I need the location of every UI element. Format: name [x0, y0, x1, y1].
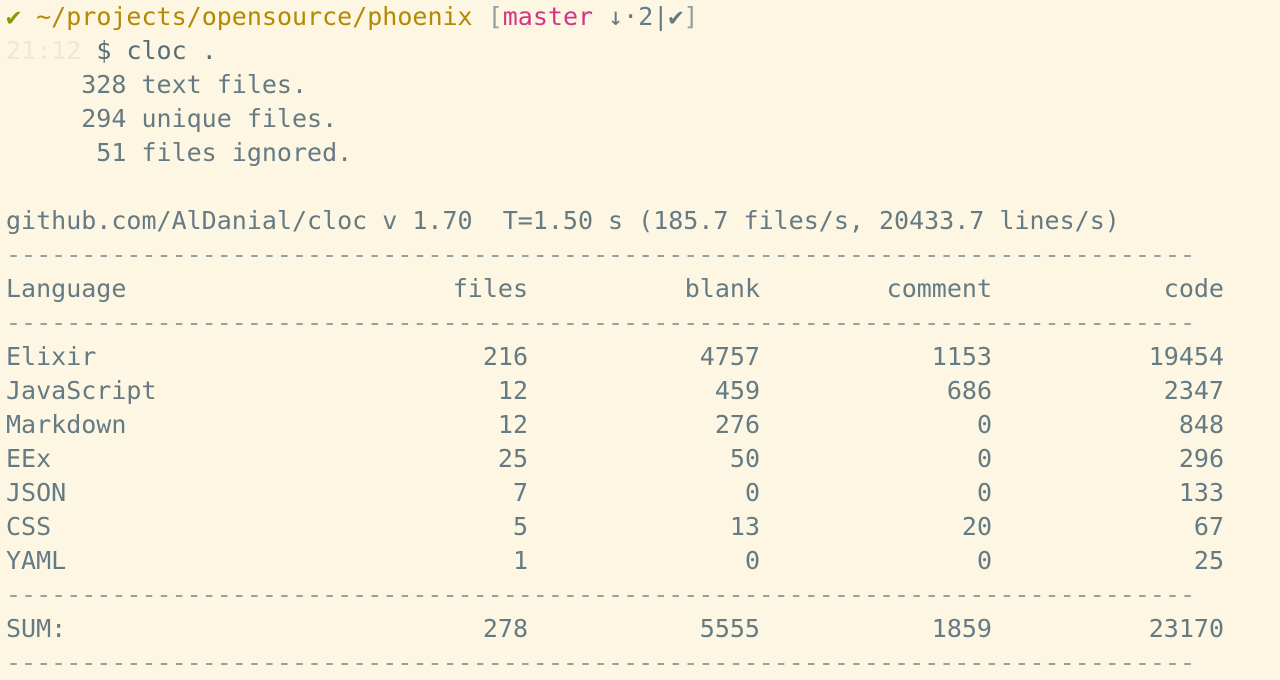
column-header-files: files — [452, 274, 528, 303]
separator-bottom: ----------------------------------------… — [6, 648, 1196, 677]
cell-language: JavaScript — [6, 376, 157, 405]
cell-blank: 0 — [744, 546, 760, 575]
cell-files: 5 — [512, 512, 528, 541]
cell-comment: 0 — [976, 546, 992, 575]
cell-code: 67 — [1193, 512, 1224, 541]
separator-sum: ----------------------------------------… — [6, 580, 1196, 609]
cell-language: CSS — [6, 512, 52, 541]
cell-blank: 276 — [714, 410, 760, 439]
git-clean-icon: ✔ — [668, 2, 684, 31]
prompt-symbol: $ — [96, 36, 112, 65]
table-header-row: Language files blank comment code — [6, 272, 1224, 306]
git-close-bracket: ] — [683, 2, 699, 31]
table-row: JavaScript 12 459 686 2347 — [6, 374, 1224, 408]
command-text: cloc . — [126, 36, 217, 65]
cell-files: 216 — [482, 342, 528, 371]
cell-comment: 20 — [961, 512, 992, 541]
cell-comment: 1153 — [931, 342, 992, 371]
cell-code: 848 — [1178, 410, 1224, 439]
command-line: 21:12 $ cloc . — [6, 34, 1280, 68]
table-row: CSS 5 13 20 67 — [6, 510, 1224, 544]
cell-files: 1 — [512, 546, 528, 575]
cell-blank: 0 — [744, 478, 760, 507]
sum-comment: 1859 — [931, 614, 992, 643]
column-header-comment: comment — [886, 274, 992, 303]
cell-comment: 686 — [946, 376, 992, 405]
cell-blank: 50 — [729, 444, 760, 473]
cell-code: 19454 — [1148, 342, 1224, 371]
prompt-line: ✔ ~/projects/opensource/phoenix [master … — [6, 0, 1280, 34]
cell-comment: 0 — [976, 410, 992, 439]
cell-language: JSON — [6, 478, 67, 507]
cloc-header: github.com/AlDanial/cloc v 1.70 T=1.50 s… — [6, 206, 1120, 235]
separator-header: ----------------------------------------… — [6, 308, 1196, 337]
terminal-window[interactable]: ✔ ~/projects/opensource/phoenix [master … — [0, 0, 1280, 677]
git-branch: master — [502, 2, 594, 31]
column-header-language: Language — [6, 274, 127, 303]
git-open-bracket: [ — [487, 2, 503, 31]
cell-language: YAML — [6, 546, 67, 575]
command-time: 21:12 — [6, 36, 82, 65]
cell-blank: 4757 — [699, 342, 760, 371]
current-path: ~/projects/opensource/phoenix — [36, 2, 473, 31]
cell-code: 296 — [1178, 444, 1224, 473]
summary-ignored-files: 51 files ignored. — [6, 138, 353, 167]
summary-unique-files: 294 unique files. — [6, 104, 338, 133]
cell-files: 12 — [497, 410, 528, 439]
cell-code: 25 — [1193, 546, 1224, 575]
cell-comment: 0 — [976, 478, 992, 507]
table-row: JSON 7 0 0 133 — [6, 476, 1224, 510]
table-row: EEx 25 50 0 296 — [6, 442, 1224, 476]
cell-language: Markdown — [6, 410, 127, 439]
table-row: Elixir 216 4757 1153 19454 — [6, 340, 1224, 374]
cell-files: 12 — [497, 376, 528, 405]
cell-code: 2347 — [1163, 376, 1224, 405]
cell-language: EEx — [6, 444, 52, 473]
sum-files: 278 — [482, 614, 528, 643]
separator-top: ----------------------------------------… — [6, 240, 1196, 269]
cell-comment: 0 — [976, 444, 992, 473]
cell-blank: 13 — [729, 512, 760, 541]
check-icon: ✔ — [6, 2, 22, 31]
sum-label: SUM: — [6, 614, 67, 643]
summary-text-files: 328 text files. — [6, 70, 308, 99]
cell-blank: 459 — [714, 376, 760, 405]
cell-files: 7 — [512, 478, 528, 507]
cell-code: 133 — [1178, 478, 1224, 507]
cell-language: Elixir — [6, 342, 97, 371]
table-sum-row: SUM: 278 5555 1859 23170 — [6, 612, 1224, 646]
table-row: YAML 1 0 0 25 — [6, 544, 1224, 578]
git-status: ↓·2| — [608, 2, 669, 31]
column-header-code: code — [1163, 274, 1224, 303]
column-header-blank: blank — [684, 274, 760, 303]
cell-files: 25 — [497, 444, 528, 473]
sum-blank: 5555 — [699, 614, 760, 643]
sum-code: 23170 — [1148, 614, 1224, 643]
table-row: Markdown 12 276 0 848 — [6, 408, 1224, 442]
